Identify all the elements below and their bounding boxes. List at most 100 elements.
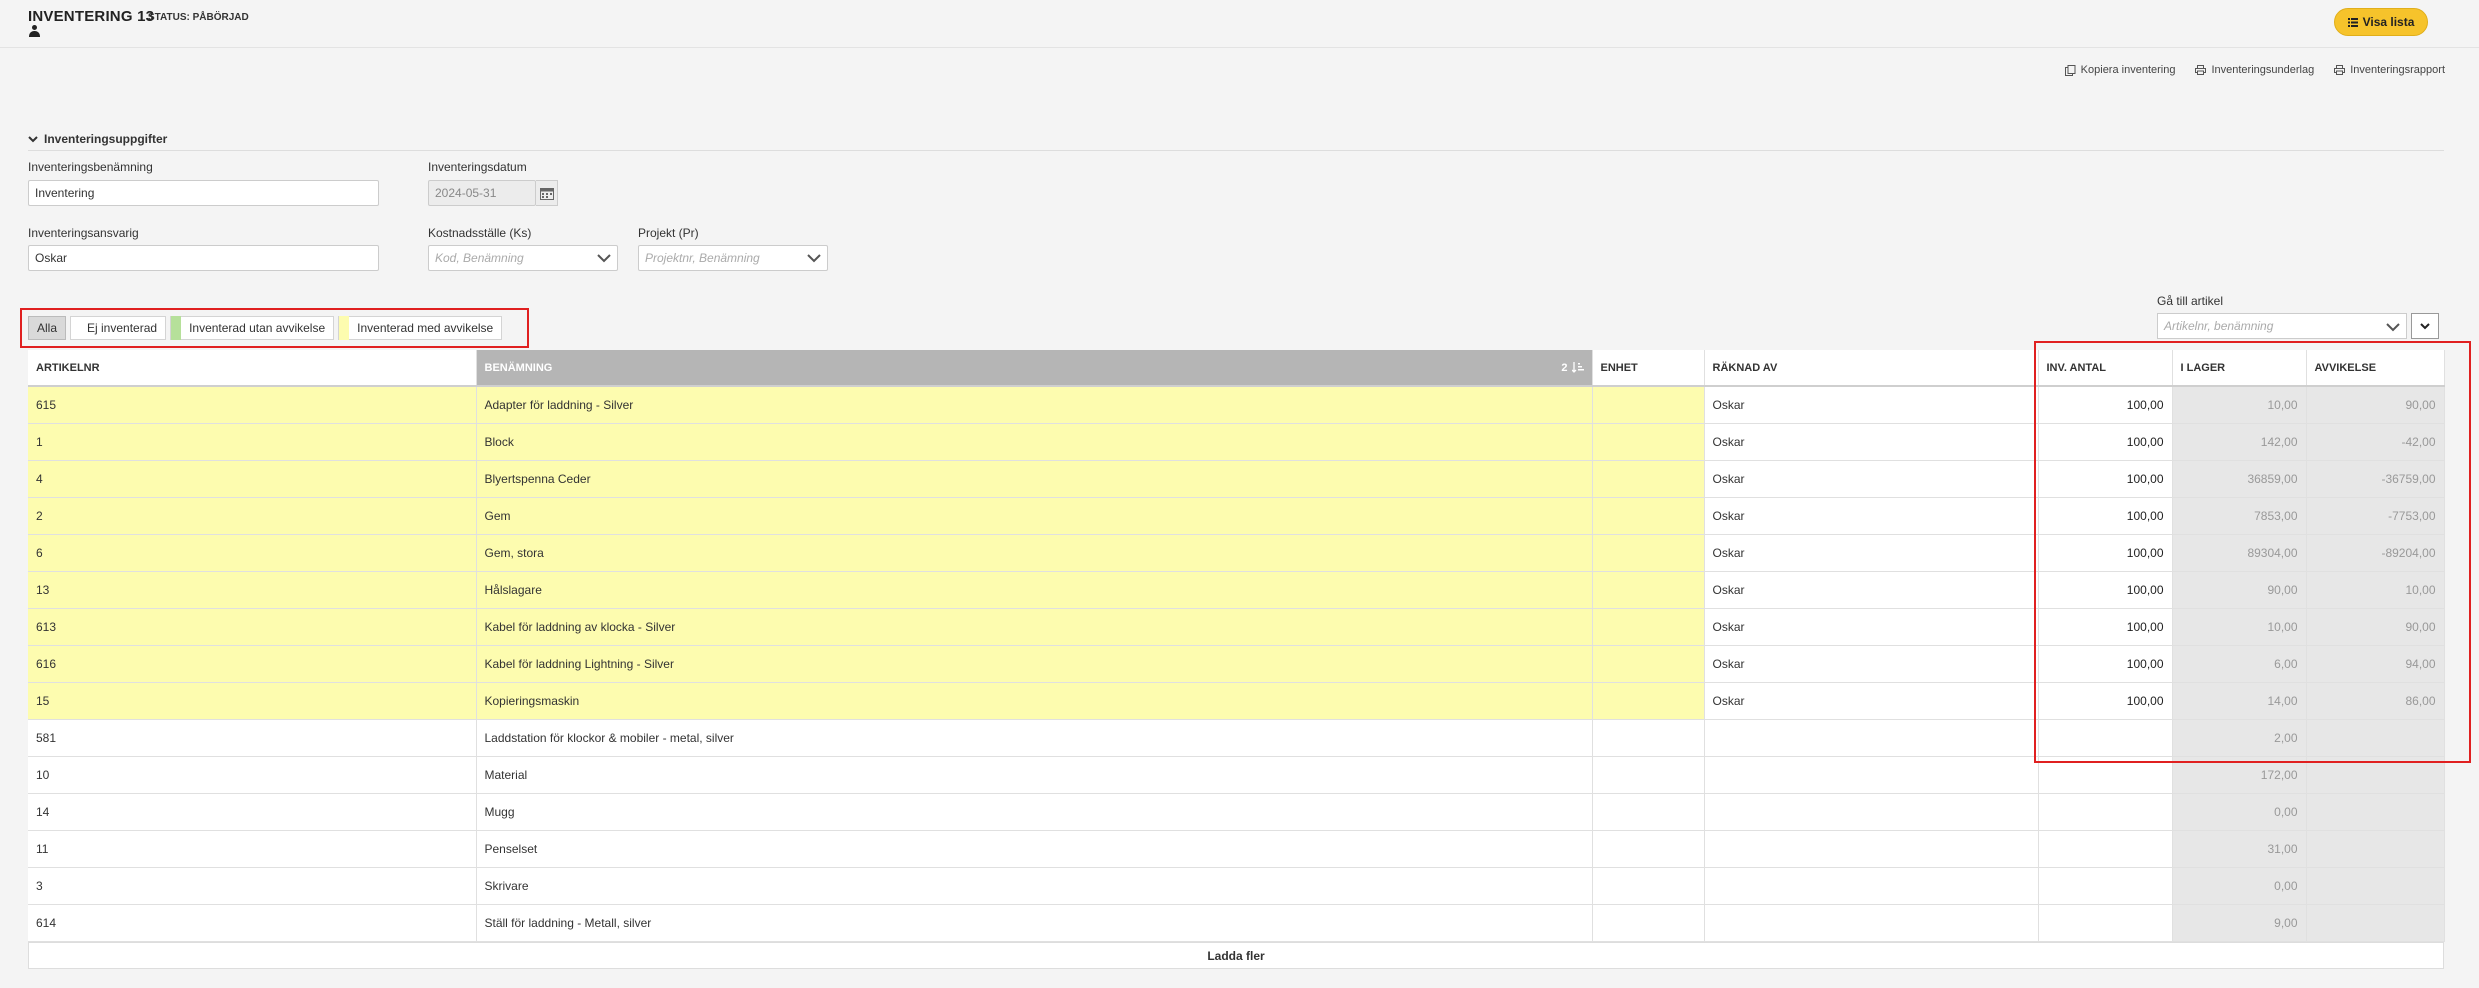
visa-lista-button[interactable]: Visa lista xyxy=(2334,8,2428,36)
datum-input[interactable]: 2024-05-31 xyxy=(428,180,536,206)
enhet-cell xyxy=(1592,830,1705,868)
raknad-av-cell: Oskar xyxy=(1704,645,2039,683)
section-toggle-inventeringsuppgifter[interactable]: Inventeringsuppgifter xyxy=(28,132,167,146)
table-row[interactable]: 13 Hålslagare Oskar 100,00 90,00 10,00 xyxy=(28,571,2445,609)
filter-utan-avvikelse[interactable]: Inventerad utan avvikelse xyxy=(170,316,335,340)
column-header-i-lager[interactable]: I LAGER xyxy=(2172,350,2307,387)
load-more-button[interactable]: Ladda fler xyxy=(28,942,2444,969)
kostnadsstalle-select[interactable]: Kod, Benämning xyxy=(428,245,618,271)
benamning-cell: Gem xyxy=(476,497,1593,535)
page-header: INVENTERING 13 STATUS: PÅBÖRJAD Visa lis… xyxy=(0,0,2479,48)
inv-antal-cell[interactable]: 100,00 xyxy=(2038,497,2173,535)
table-row[interactable]: 616 Kabel för laddning Lightning - Silver… xyxy=(28,645,2445,683)
kopiera-inventering-link[interactable]: Kopiera inventering xyxy=(2064,64,2176,76)
benamning-input[interactable]: Inventering xyxy=(28,180,379,206)
print-icon xyxy=(2195,65,2207,75)
i-lager-cell: 9,00 xyxy=(2172,904,2307,942)
avvikelse-cell: 90,00 xyxy=(2306,608,2445,646)
table-row[interactable]: 3 Skrivare 0,00 xyxy=(28,867,2445,905)
projekt-select[interactable]: Projektnr, Benämning xyxy=(638,245,828,271)
artikelnr-cell: 613 xyxy=(28,608,477,646)
goto-placeholder: Artikelnr, benämning xyxy=(2164,319,2274,333)
inv-antal-cell[interactable]: 100,00 xyxy=(2038,460,2173,498)
filter-med-avvikelse[interactable]: Inventerad med avvikelse xyxy=(338,316,503,340)
raknad-av-cell: Oskar xyxy=(1704,682,2039,720)
action-bar: Kopiera inventering Inventeringsunderlag… xyxy=(2064,64,2445,76)
sort-ascending-icon xyxy=(1571,362,1584,373)
inv-antal-cell[interactable] xyxy=(2038,904,2173,942)
artikelnr-cell: 4 xyxy=(28,460,477,498)
artikelnr-cell: 6 xyxy=(28,534,477,572)
sort-index: 2 xyxy=(1561,361,1568,374)
inventeringsrapport-link[interactable]: Inventeringsrapport xyxy=(2334,64,2445,76)
action-label: Kopiera inventering xyxy=(2080,64,2176,76)
column-header-enhet[interactable]: ENHET xyxy=(1592,350,1705,387)
artikelnr-cell: 3 xyxy=(28,867,477,905)
table-row[interactable]: 613 Kabel för laddning av klocka - Silver… xyxy=(28,608,2445,646)
table-row[interactable]: 615 Adapter för laddning - Silver Oskar 100… xyxy=(28,386,2445,424)
column-header-avvikelse[interactable]: AVVIKELSE xyxy=(2306,350,2445,387)
table-row[interactable]: 14 Mugg 0,00 xyxy=(28,793,2445,831)
avvikelse-cell: 90,00 xyxy=(2306,386,2445,424)
column-header-raknad-av[interactable]: RÄKNAD AV xyxy=(1704,350,2039,387)
table-row[interactable]: 1 Block Oskar 100,00 142,00 -42,00 xyxy=(28,423,2445,461)
enhet-cell xyxy=(1592,645,1705,683)
artikelnr-cell: 1 xyxy=(28,423,477,461)
table-row[interactable]: 11 Penselset 31,00 xyxy=(28,830,2445,868)
inv-antal-cell[interactable]: 100,00 xyxy=(2038,423,2173,461)
i-lager-cell: 89304,00 xyxy=(2172,534,2307,572)
print-icon xyxy=(2334,65,2346,75)
benamning-cell: Kabel för laddning Lightning - Silver xyxy=(476,645,1593,683)
goto-dropdown-button[interactable] xyxy=(2411,313,2439,339)
inv-antal-cell[interactable] xyxy=(2038,830,2173,868)
user-icon xyxy=(29,25,40,37)
enhet-cell xyxy=(1592,608,1705,646)
raknad-av-cell: Oskar xyxy=(1704,534,2039,572)
table-row[interactable]: 2 Gem Oskar 100,00 7853,00 -7753,00 xyxy=(28,497,2445,535)
i-lager-cell: 7853,00 xyxy=(2172,497,2307,535)
inv-antal-cell[interactable]: 100,00 xyxy=(2038,608,2173,646)
avvikelse-cell xyxy=(2306,830,2445,868)
calendar-icon[interactable] xyxy=(536,180,558,206)
ansvarig-input[interactable]: Oskar xyxy=(28,245,379,271)
enhet-cell xyxy=(1592,534,1705,572)
filter-ej-inventerad[interactable]: Ej inventerad xyxy=(70,316,167,340)
inv-antal-cell[interactable] xyxy=(2038,867,2173,905)
benamning-cell: Penselset xyxy=(476,830,1593,868)
i-lager-cell: 2,00 xyxy=(2172,719,2307,757)
artikelnr-cell: 11 xyxy=(28,830,477,868)
inv-antal-cell[interactable]: 100,00 xyxy=(2038,571,2173,609)
table-row[interactable]: 10 Material 172,00 xyxy=(28,756,2445,794)
avvikelse-cell xyxy=(2306,756,2445,794)
artikelnr-cell: 10 xyxy=(28,756,477,794)
table-row[interactable]: 614 Ställ för laddning - Metall, silver 9,… xyxy=(28,904,2445,942)
raknad-av-cell: Oskar xyxy=(1704,386,2039,424)
raknad-av-cell xyxy=(1704,904,2039,942)
inv-antal-cell[interactable]: 100,00 xyxy=(2038,682,2173,720)
avvikelse-cell: 10,00 xyxy=(2306,571,2445,609)
column-header-artikelnr[interactable]: ARTIKELNR xyxy=(28,350,477,387)
i-lager-cell: 31,00 xyxy=(2172,830,2307,868)
table-row[interactable]: 581 Laddstation för klockor & mobiler - m… xyxy=(28,719,2445,757)
chevron-down-icon xyxy=(807,254,821,263)
inv-antal-cell[interactable]: 100,00 xyxy=(2038,645,2173,683)
i-lager-cell: 14,00 xyxy=(2172,682,2307,720)
inv-antal-cell[interactable] xyxy=(2038,719,2173,757)
avvikelse-cell: -36759,00 xyxy=(2306,460,2445,498)
filter-alla[interactable]: Alla xyxy=(28,316,67,340)
table-row[interactable]: 4 Blyertspenna Ceder Oskar 100,00 36859,00 -3… xyxy=(28,460,2445,498)
inv-antal-cell[interactable]: 100,00 xyxy=(2038,386,2173,424)
inv-antal-cell[interactable] xyxy=(2038,756,2173,794)
table-row[interactable]: 15 Kopieringsmaskin Oskar 100,00 14,00 86,00 xyxy=(28,682,2445,720)
benamning-cell: Adapter för laddning - Silver xyxy=(476,386,1593,424)
inventeringsunderlag-link[interactable]: Inventeringsunderlag xyxy=(2195,64,2314,76)
column-header-benamning[interactable]: BENÄMNING 2 xyxy=(476,350,1593,387)
table-row[interactable]: 6 Gem, stora Oskar 100,00 89304,00 -89204,00 xyxy=(28,534,2445,572)
column-header-inv-antal[interactable]: INV. ANTAL xyxy=(2038,350,2173,387)
avvikelse-cell: -7753,00 xyxy=(2306,497,2445,535)
inv-antal-cell[interactable] xyxy=(2038,793,2173,831)
goto-article-select[interactable]: Artikelnr, benämning xyxy=(2157,313,2407,339)
avvikelse-cell xyxy=(2306,904,2445,942)
inv-antal-cell[interactable]: 100,00 xyxy=(2038,534,2173,572)
enhet-cell xyxy=(1592,904,1705,942)
